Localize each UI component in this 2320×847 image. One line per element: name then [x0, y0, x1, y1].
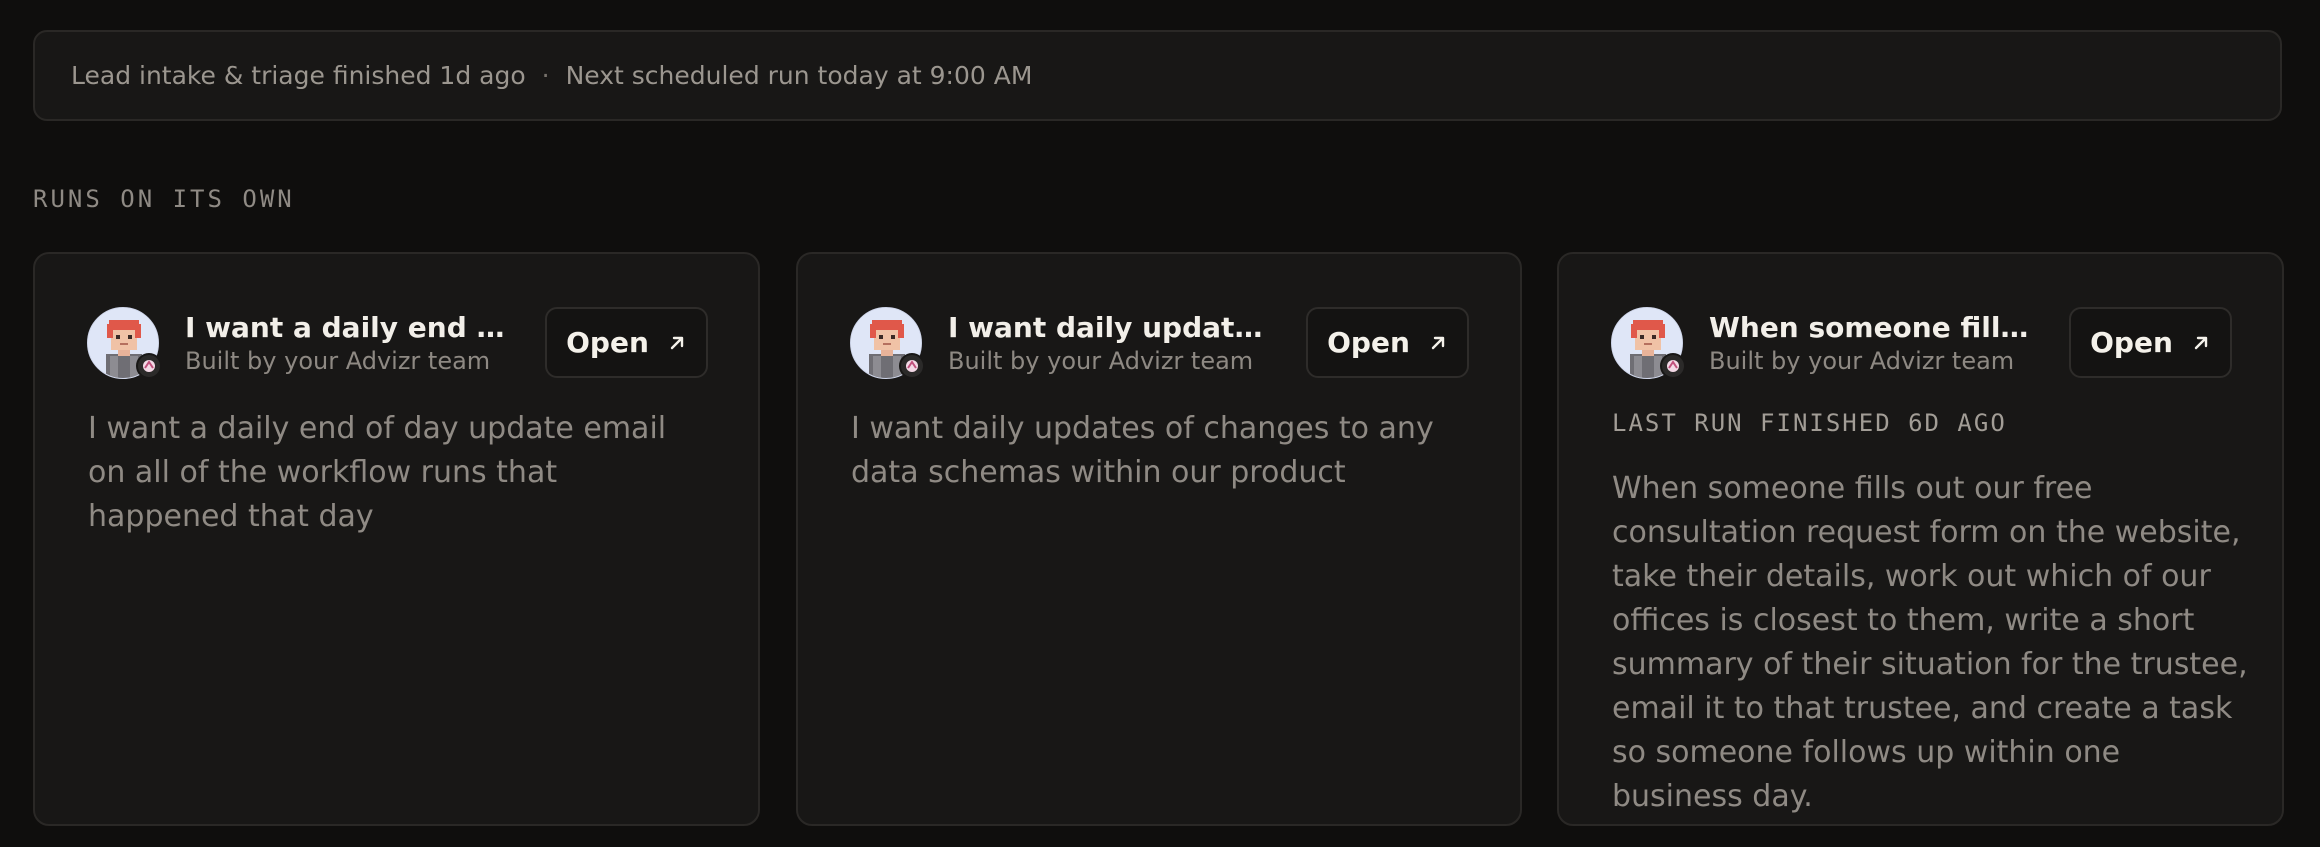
workflow-card: I want a daily end of day update email o…: [33, 252, 760, 826]
open-button[interactable]: Open: [1306, 307, 1469, 378]
workflow-card: When someone fills out our free consulta…: [1557, 252, 2284, 826]
open-button-label: Open: [566, 326, 649, 359]
card-subtitle: Built by your Advizr team: [948, 347, 1254, 375]
next-run-status-text: Next scheduled run today at 9:00 AM: [565, 61, 1033, 90]
section-heading: RUNS ON ITS OWN: [33, 185, 295, 213]
arrow-up-right-icon: [2194, 336, 2208, 349]
arrow-up-right-icon: [670, 336, 684, 349]
status-separator: ·: [541, 61, 550, 90]
card-description: I want daily updates of changes to any d…: [851, 411, 1434, 490]
last-run-label: LAST RUN FINISHED 6D AGO: [1612, 409, 2007, 437]
workflow-cards: I want a daily end of day update email o…: [33, 252, 2285, 826]
workflow-card: I want daily updates of changes to any d…: [796, 252, 1522, 826]
last-run-status-text: Lead intake & triage finished 1d ago: [71, 61, 526, 90]
brand-badge-icon: [899, 353, 925, 379]
open-button[interactable]: Open: [2069, 307, 2232, 378]
open-button-label: Open: [1327, 326, 1410, 359]
card-title: I want a daily end of day update email o…: [185, 311, 515, 344]
card-subtitle: Built by your Advizr team: [185, 347, 491, 375]
brand-badge-icon: [136, 353, 162, 379]
status-bar: Lead intake & triage finished 1d ago · N…: [33, 30, 2282, 121]
card-title: When someone fills out our free consulta…: [1709, 311, 2039, 344]
open-button[interactable]: Open: [545, 307, 708, 378]
open-button-label: Open: [2090, 326, 2173, 359]
card-title: I want daily updates of changes to any d…: [948, 311, 1278, 344]
card-description: When someone fills out our free consulta…: [1612, 471, 2248, 814]
brand-badge-icon: [1660, 353, 1686, 379]
card-subtitle: Built by your Advizr team: [1709, 347, 2015, 375]
card-description: I want a daily end of day update email o…: [88, 411, 667, 534]
arrow-up-right-icon: [1431, 336, 1445, 349]
